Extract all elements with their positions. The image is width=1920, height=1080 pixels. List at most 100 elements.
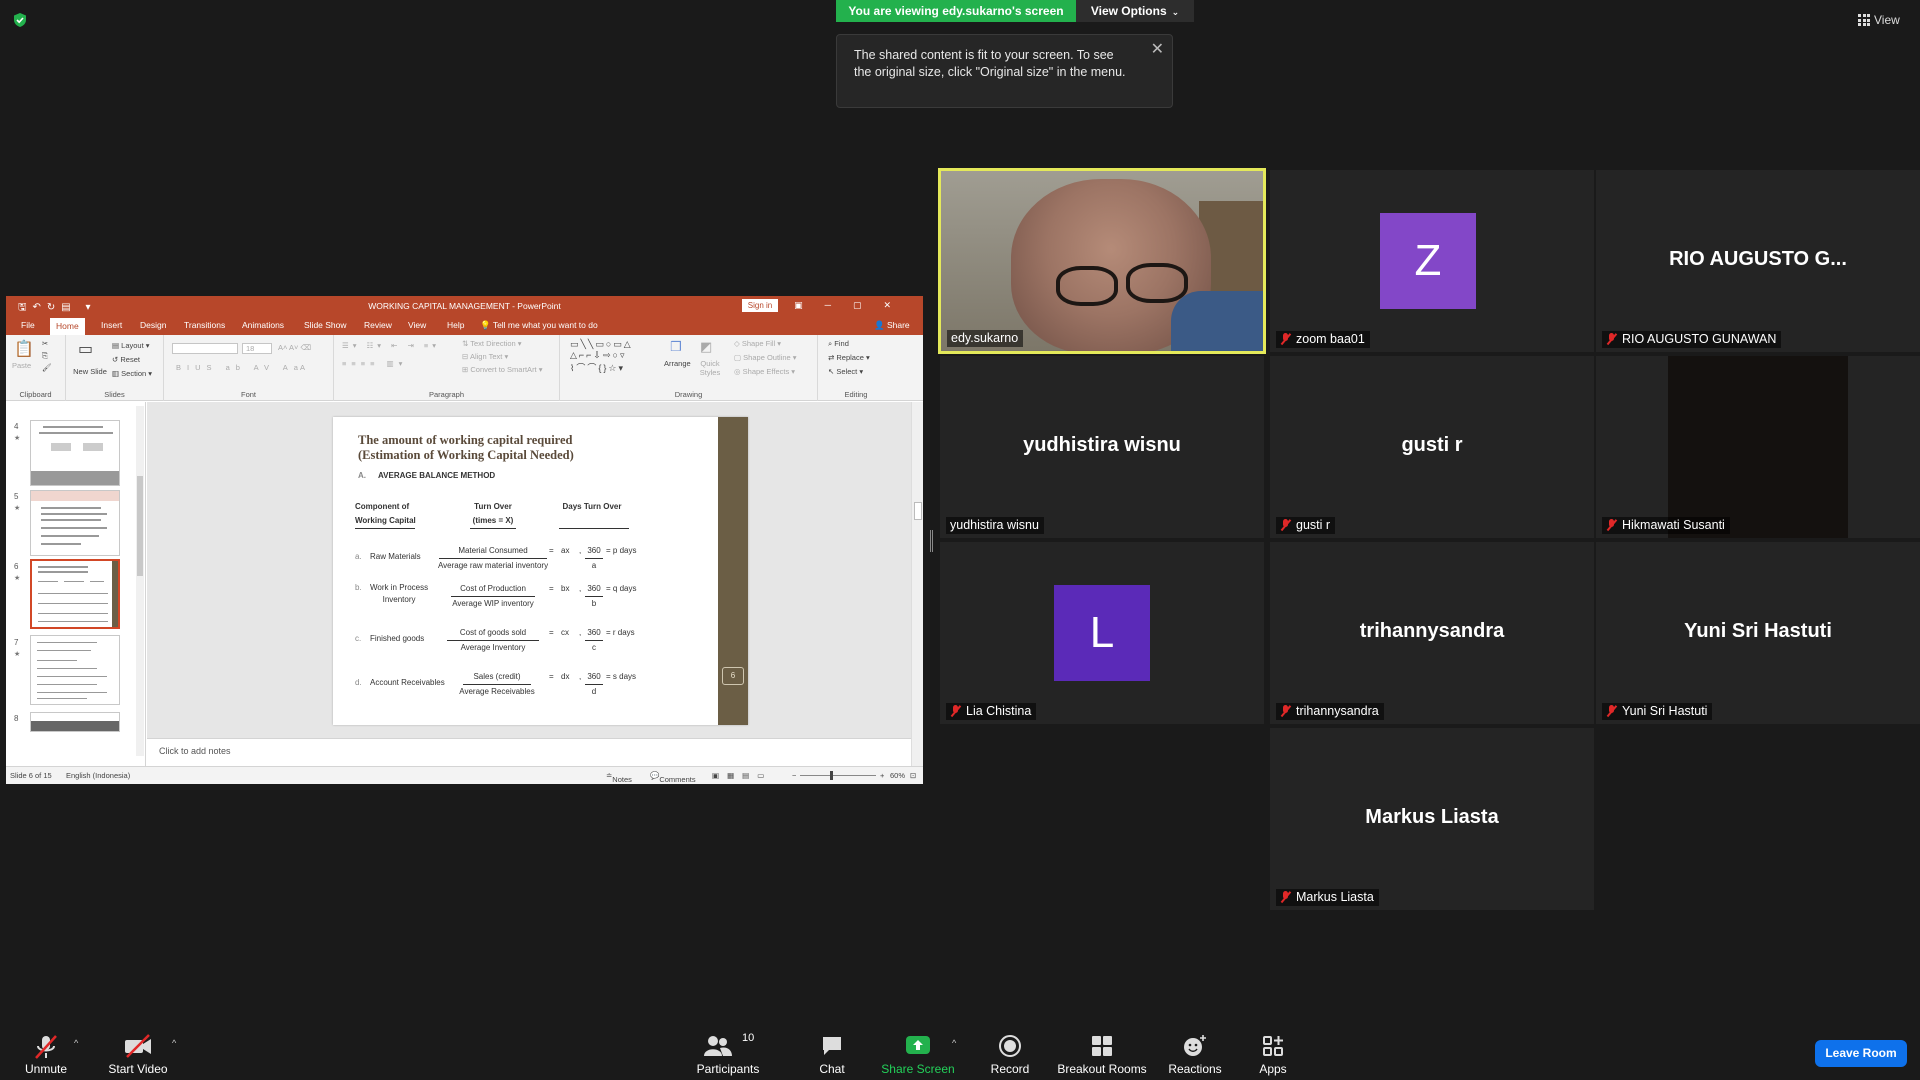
ppt-sign-in-button[interactable]: Sign in bbox=[742, 299, 778, 312]
format-painter-icon[interactable]: 🖌 bbox=[42, 363, 52, 372]
leave-room-button[interactable]: Leave Room bbox=[1815, 1040, 1907, 1067]
fit-slide-icon[interactable]: ⊡ bbox=[910, 771, 916, 780]
paste-label[interactable]: Paste bbox=[12, 361, 31, 370]
zoom-slider[interactable] bbox=[800, 771, 876, 780]
cut-icon[interactable]: ✂ bbox=[42, 339, 48, 348]
tab-home[interactable]: Home bbox=[50, 318, 85, 335]
arrange-icon[interactable]: ❒ bbox=[670, 339, 682, 355]
replace-button[interactable]: ⇄ Replace ▾ bbox=[828, 353, 870, 362]
video-tile-gusti-r[interactable]: gusti r gusti r bbox=[1270, 356, 1594, 538]
font-color-icon[interactable]: A bbox=[300, 363, 305, 372]
video-options-caret[interactable]: ^ bbox=[172, 1038, 176, 1048]
tab-help[interactable]: Help bbox=[447, 320, 464, 330]
tell-me-search[interactable]: 💡 Tell me what you want to do bbox=[480, 320, 598, 331]
close-icon[interactable]: ✕ bbox=[1151, 41, 1164, 58]
video-tile-yudhistira-wisnu[interactable]: yudhistira wisnu yudhistira wisnu bbox=[940, 356, 1264, 538]
video-tile-yuni-sri-hastuti[interactable]: Yuni Sri Hastuti Yuni Sri Hastuti bbox=[1596, 542, 1920, 724]
days-result-r: = r days bbox=[606, 628, 635, 637]
tab-animations[interactable]: Animations bbox=[242, 320, 284, 330]
increase-font-icon[interactable]: A˄ A˅ ⌫ bbox=[278, 343, 311, 352]
slide-editing-canvas[interactable]: 6 The amount of working capital required… bbox=[147, 402, 911, 738]
tab-design[interactable]: Design bbox=[140, 320, 166, 330]
convert-smartart-button[interactable]: ⊞ Convert to SmartArt ▾ bbox=[462, 365, 543, 374]
row-text: Account Receivables bbox=[370, 678, 445, 687]
paste-icon[interactable]: 📋 bbox=[14, 339, 34, 359]
thumbnails-scrollbar[interactable] bbox=[136, 406, 144, 756]
apps-button[interactable]: Apps bbox=[1250, 1024, 1296, 1080]
tab-file[interactable]: File bbox=[21, 320, 35, 330]
fit-to-screen-tooltip: The shared content is fit to your screen… bbox=[836, 34, 1173, 108]
font-style-buttons[interactable]: BIUS ab AV Aa bbox=[176, 363, 304, 372]
slide-thumbnail-6-selected[interactable] bbox=[30, 559, 120, 629]
align-icons[interactable]: ≡≡≡≡ ▥▾ bbox=[342, 359, 407, 368]
shapes-gallery[interactable]: ▭╲╲▭○▭△ △⌐⌐⇩⇨○▿ ⌇⌒⌒{}☆▾ bbox=[570, 339, 633, 374]
start-video-button[interactable]: Start Video bbox=[104, 1024, 172, 1080]
record-button[interactable]: Record bbox=[984, 1024, 1036, 1080]
audio-options-caret[interactable]: ^ bbox=[74, 1038, 78, 1048]
share-options-caret[interactable]: ^ bbox=[952, 1038, 956, 1048]
font-family-select[interactable] bbox=[172, 343, 238, 354]
slide-thumbnail-5[interactable] bbox=[30, 490, 120, 556]
slide-thumbnail-7[interactable] bbox=[30, 635, 120, 705]
slide-thumbnail-4[interactable] bbox=[30, 420, 120, 486]
view-mode-buttons[interactable]: ▣▦▤▭ bbox=[712, 771, 772, 780]
font-size-select[interactable]: 18 bbox=[242, 343, 272, 354]
video-tile-markus-liasta[interactable]: Markus Liasta Markus Liasta bbox=[1270, 728, 1594, 910]
gallery-resize-handle[interactable] bbox=[930, 530, 933, 552]
current-slide[interactable]: 6 The amount of working capital required… bbox=[333, 417, 748, 725]
video-tile-rio-augusto[interactable]: RIO AUGUSTO G... RIO AUGUSTO GUNAWAN bbox=[1596, 170, 1920, 352]
zoom-in-button[interactable]: + bbox=[880, 771, 884, 780]
shape-effects-button[interactable]: ◎ Shape Effects ▾ bbox=[734, 367, 795, 376]
text-direction-button[interactable]: ⇅ Text Direction ▾ bbox=[462, 339, 522, 348]
canvas-scrollbar[interactable] bbox=[911, 402, 923, 766]
zoom-out-button[interactable]: − bbox=[792, 771, 796, 780]
chat-button[interactable]: Chat bbox=[806, 1024, 858, 1080]
find-button[interactable]: ⌕ Find bbox=[828, 339, 849, 349]
tab-view[interactable]: View bbox=[408, 320, 426, 330]
quick-styles-label[interactable]: Quick Styles bbox=[696, 359, 724, 377]
align-text-button[interactable]: ⊟ Align Text ▾ bbox=[462, 352, 508, 361]
breakout-rooms-button[interactable]: Breakout Rooms bbox=[1056, 1024, 1148, 1080]
select-button[interactable]: ↖ Select ▾ bbox=[828, 367, 863, 376]
video-tile-hikmawati-susanti[interactable]: Hikmawati Susanti bbox=[1596, 356, 1920, 538]
participants-button[interactable]: 10 Participants bbox=[690, 1024, 766, 1080]
share-screen-button[interactable]: Share Screen bbox=[880, 1024, 956, 1080]
tab-review[interactable]: Review bbox=[364, 320, 392, 330]
align-text-label: Align Text bbox=[469, 352, 503, 361]
new-slide-icon[interactable]: ▭ bbox=[78, 339, 93, 359]
ppt-share-button[interactable]: 👤 Share bbox=[874, 320, 910, 331]
tab-insert[interactable]: Insert bbox=[101, 320, 122, 330]
zoom-level[interactable]: 60% bbox=[890, 771, 905, 780]
new-slide-button[interactable]: New Slide bbox=[72, 367, 108, 376]
days-numerator: 360 bbox=[585, 626, 603, 641]
section-button[interactable]: ▥ Section ▾ bbox=[112, 369, 152, 378]
video-tile-lia-chistina[interactable]: L Lia Chistina bbox=[940, 542, 1264, 724]
reactions-button[interactable]: Reactions bbox=[1162, 1024, 1228, 1080]
bullets-icons[interactable]: ☰▾ ☷▾ ⇤ ⇥ ≡▾ bbox=[342, 341, 440, 350]
quick-styles-icon[interactable]: ◩ bbox=[700, 339, 712, 355]
view-options-button[interactable]: View Options ⌄ bbox=[1076, 0, 1194, 22]
video-tile-edy-sukarno[interactable]: edy.sukarno bbox=[938, 168, 1266, 354]
video-tile-zoom-baa01[interactable]: Z zoom baa01 bbox=[1270, 170, 1594, 352]
slide-thumbnail-8[interactable] bbox=[30, 712, 120, 732]
shape-outline-button[interactable]: ▢ Shape Outline ▾ bbox=[734, 353, 797, 362]
participant-shirt bbox=[1171, 291, 1263, 351]
shape-fill-button[interactable]: ◇ Shape Fill ▾ bbox=[734, 339, 781, 348]
notes-toggle[interactable]: ≐ Notes bbox=[606, 771, 632, 784]
layout-button[interactable]: ▤ Layout ▾ bbox=[112, 341, 150, 350]
gallery-view-button[interactable]: View bbox=[1858, 10, 1914, 30]
participant-name: trihannysandra bbox=[1296, 704, 1379, 718]
reset-button[interactable]: ↺ Reset bbox=[112, 355, 140, 364]
view-label: View bbox=[1874, 13, 1900, 27]
tab-slide-show[interactable]: Slide Show bbox=[304, 320, 347, 330]
security-shield-icon[interactable] bbox=[12, 12, 28, 28]
copy-icon[interactable]: ⎘ bbox=[42, 351, 48, 361]
notes-pane[interactable]: Click to add notes bbox=[147, 738, 911, 766]
video-tile-trihannysandra[interactable]: trihannysandra trihannysandra bbox=[1270, 542, 1594, 724]
language-indicator[interactable]: English (Indonesia) bbox=[66, 771, 130, 780]
arrange-label[interactable]: Arrange bbox=[664, 359, 691, 368]
comments-toggle[interactable]: 💬 Comments bbox=[650, 771, 696, 784]
tab-transitions[interactable]: Transitions bbox=[184, 320, 225, 330]
ppt-window-controls[interactable]: ▣─▢✕ bbox=[794, 300, 913, 311]
unmute-button[interactable]: Unmute bbox=[14, 1024, 78, 1080]
